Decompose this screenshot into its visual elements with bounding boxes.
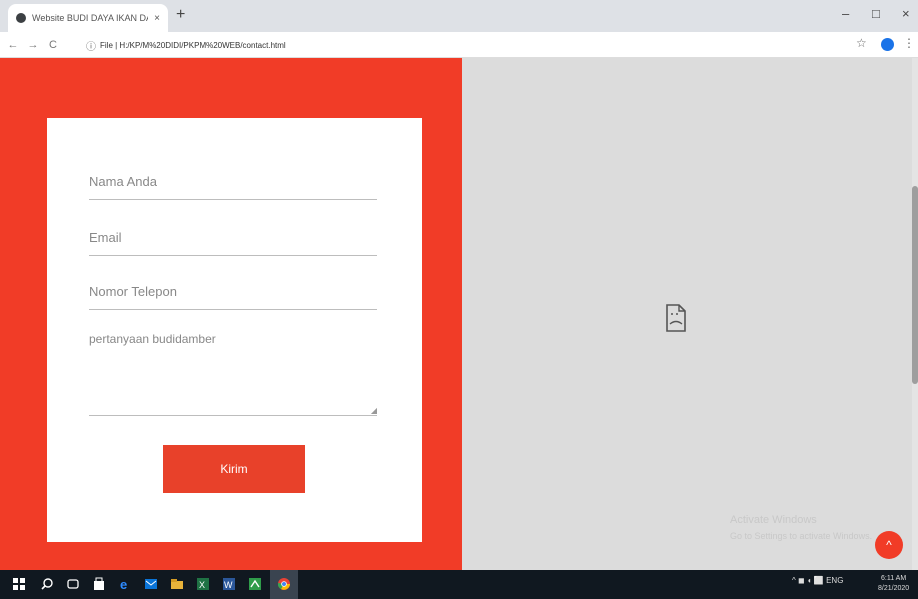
map-embed-area: [462, 58, 918, 570]
scrollbar-thumb[interactable]: [912, 186, 918, 384]
tab-title: Website BUDI DAYA IKAN DAN ...: [32, 13, 148, 23]
windows-taskbar: e X W ^ ◼ ◖ ⬜ ENG 6:11 AM 8/21/2020: [0, 570, 918, 599]
browser-tab-strip: Website BUDI DAYA IKAN DAN ... × + – □ ×: [0, 0, 918, 32]
browser-tab[interactable]: Website BUDI DAYA IKAN DAN ... ×: [8, 4, 168, 32]
svg-text:X: X: [199, 580, 205, 590]
forward-button[interactable]: →: [26, 39, 40, 51]
email-field[interactable]: Email: [89, 230, 377, 256]
submit-button[interactable]: Kirim: [163, 445, 305, 493]
resize-handle-icon[interactable]: ◢: [371, 406, 377, 415]
browser-menu-icon[interactable]: ⋮: [903, 36, 915, 50]
taskbar-clock[interactable]: 6:11 AM 8/21/2020: [878, 574, 909, 594]
question-textarea[interactable]: pertanyaan budidamber ◢: [89, 332, 377, 416]
bookmark-star-icon[interactable]: ☆: [856, 36, 867, 50]
name-field[interactable]: Nama Anda: [89, 174, 377, 200]
green-app-icon[interactable]: [248, 577, 262, 591]
chrome-icon[interactable]: [277, 577, 291, 591]
minimize-button[interactable]: –: [842, 6, 849, 21]
file-explorer-icon[interactable]: [170, 577, 184, 591]
new-tab-button[interactable]: +: [176, 6, 185, 24]
address-url: File | H:/KP/M%20DIDI/PKPM%20WEB/contact…: [100, 40, 286, 50]
reload-button[interactable]: C: [46, 39, 60, 51]
svg-text:e: e: [120, 577, 127, 591]
search-icon[interactable]: [40, 577, 54, 591]
maximize-button[interactable]: □: [872, 6, 880, 21]
tab-close-icon[interactable]: ×: [154, 13, 160, 24]
watermark-subtitle: Go to Settings to activate Windows.: [730, 531, 873, 541]
store-icon[interactable]: [92, 577, 106, 591]
excel-icon[interactable]: X: [196, 577, 210, 591]
page-content: Nama Anda Email Nomor Telepon pertanyaan…: [0, 58, 918, 570]
system-tray[interactable]: ^ ◼ ◖ ⬜ ENG: [792, 576, 843, 585]
profile-avatar[interactable]: [881, 38, 894, 51]
svg-text:W: W: [224, 580, 233, 590]
address-bar[interactable]: ⓘ File | H:/KP/M%20DIDI/PKPM%20WEB/conta…: [86, 35, 846, 55]
globe-icon: [16, 13, 26, 23]
broken-image-icon: [666, 304, 686, 332]
watermark-title: Activate Windows: [730, 514, 817, 526]
clock-date: 8/21/2020: [878, 585, 910, 592]
contact-form: Nama Anda Email Nomor Telepon pertanyaan…: [47, 118, 422, 542]
task-view-icon[interactable]: [66, 577, 80, 591]
clock-time: 6:11 AM: [880, 575, 907, 582]
edge-browser-icon[interactable]: e: [118, 577, 132, 591]
info-icon[interactable]: ⓘ: [86, 38, 96, 53]
mail-icon[interactable]: [144, 577, 158, 591]
contact-section: Nama Anda Email Nomor Telepon pertanyaan…: [0, 58, 462, 570]
browser-toolbar: ← → C ⓘ File | H:/KP/M%20DIDI/PKPM%20WEB…: [0, 32, 918, 58]
windows-start-icon[interactable]: [12, 577, 26, 591]
activate-windows-watermark: Activate Windows Go to Settings to activ…: [730, 512, 872, 544]
question-text: pertanyaan budidamber: [89, 332, 216, 346]
scroll-to-top-button[interactable]: ^: [875, 531, 903, 559]
phone-field[interactable]: Nomor Telepon: [89, 284, 377, 310]
back-button[interactable]: ←: [6, 39, 20, 51]
close-window-button[interactable]: ×: [902, 6, 910, 21]
word-icon[interactable]: W: [222, 577, 236, 591]
